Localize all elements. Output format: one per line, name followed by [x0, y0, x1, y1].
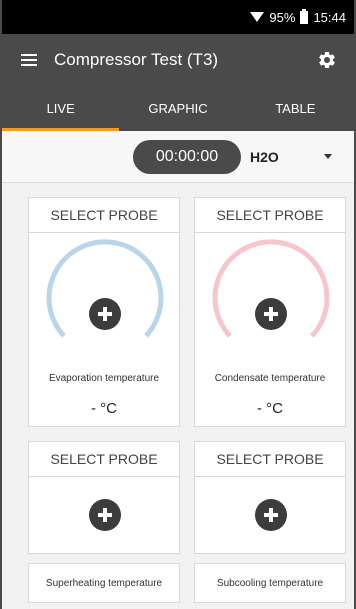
subcooling-label-card: Subcooling temperature: [194, 563, 346, 603]
gear-icon[interactable]: [317, 50, 337, 70]
chevron-down-icon[interactable]: [324, 154, 332, 159]
tab-bar: LIVE GRAPHIC TABLE: [2, 86, 354, 131]
add-probe-icon[interactable]: [255, 298, 287, 330]
app-bar: Compressor Test (T3): [2, 34, 354, 86]
page-title: Compressor Test (T3): [54, 50, 219, 69]
battery-icon: [300, 8, 309, 24]
measurement-value: - °C: [257, 400, 283, 417]
add-probe-icon[interactable]: [255, 499, 287, 531]
battery-percentage: 95%: [269, 9, 296, 25]
status-bar: 95% 15:44: [2, 0, 354, 34]
select-probe-button[interactable]: SELECT PROBE: [195, 198, 345, 233]
probe-card-condensate: SELECT PROBE Condensate temperature - °C: [194, 197, 346, 427]
clock: 15:44: [313, 9, 346, 25]
wifi-icon: [250, 12, 265, 22]
hamburger-menu-icon[interactable]: [21, 54, 37, 66]
superheating-label-card: Superheating temperature: [28, 563, 180, 603]
measurement-label: Evaporation temperature: [48, 373, 160, 384]
tab-table[interactable]: TABLE: [237, 86, 354, 131]
control-row: 00:00:00 H2O: [2, 131, 354, 183]
tab-live[interactable]: LIVE: [2, 86, 120, 131]
measurement-label: Condensate temperature: [214, 373, 326, 384]
select-probe-button[interactable]: SELECT PROBE: [29, 442, 179, 477]
add-probe-icon[interactable]: [89, 499, 121, 531]
probe-card-evaporation: SELECT PROBE Evaporation temperature - °…: [28, 197, 180, 427]
probe-card-subcooling: SELECT PROBE: [194, 441, 346, 554]
probe-card-superheating: SELECT PROBE: [28, 441, 180, 554]
add-probe-icon[interactable]: [89, 298, 121, 330]
tab-graphic[interactable]: GRAPHIC: [119, 86, 236, 131]
measurement-value: - °C: [91, 400, 117, 417]
timer-button[interactable]: 00:00:00: [133, 140, 241, 174]
medium-select-value[interactable]: H2O: [250, 131, 279, 183]
phone-screen: 95% 15:44 Compressor Test (T3) LIVE GRAP…: [0, 0, 356, 609]
select-probe-button[interactable]: SELECT PROBE: [195, 442, 345, 477]
select-probe-button[interactable]: SELECT PROBE: [29, 198, 179, 233]
